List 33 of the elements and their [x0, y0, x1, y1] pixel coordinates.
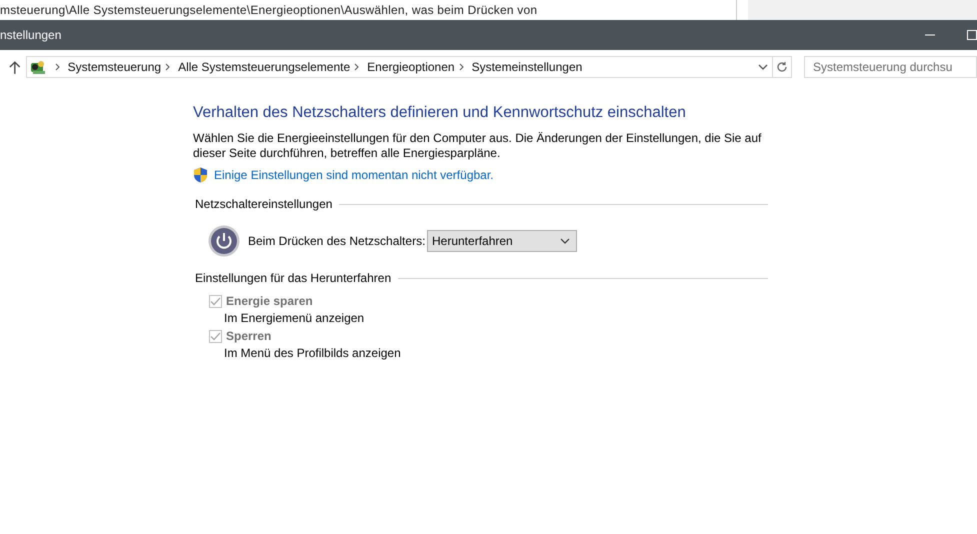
power-button-icon — [208, 225, 240, 257]
refresh-icon — [776, 61, 788, 73]
admin-settings-link[interactable]: Einige Einstellungen sind momentan nicht verfügbar. — [214, 168, 494, 182]
section-title: Einstellungen für das Herunterfahren — [195, 271, 392, 285]
power-button-label: Beim Drücken des Netzschalters: — [248, 234, 426, 248]
breadcrumb-item[interactable]: Energieoptionen — [367, 60, 455, 74]
option-description: Im Energiemenü anzeigen — [223, 311, 366, 325]
chevron-icon — [354, 63, 360, 71]
address-field[interactable]: Systemsteuerung Alle Systemsteuerungselemente Energieoptionen Systemeinstellungen — [26, 56, 773, 78]
chevron-icon — [54, 63, 60, 71]
option-label: Sperren — [226, 329, 272, 343]
option-label: Energie sparen — [226, 294, 313, 308]
control-panel-icon — [28, 59, 47, 75]
breadcrumb-item[interactable]: Systemsteuerung — [68, 60, 162, 74]
dropdown-caret-icon — [560, 238, 570, 244]
breadcrumb-item[interactable]: Systemeinstellungen — [472, 60, 582, 74]
power-action-dropdown[interactable]: Herunterfahren — [427, 230, 577, 252]
window-title: nstellungen — [0, 28, 62, 42]
page-heading: Verhalten des Netzschalters definieren und Kennwortschutz einschalten — [193, 104, 687, 122]
section-title: Netzschaltereinstellungen — [195, 197, 332, 211]
chevron-icon — [165, 63, 170, 71]
minimize-icon — [925, 34, 935, 36]
up-arrow-icon[interactable] — [9, 60, 21, 74]
maximize-icon — [967, 30, 977, 40]
path-text: msteuerung\Alle Systemsteuerungselemente\Energieoptionen\Auswählen, was beim Drücken von — [0, 3, 538, 18]
shield-icon — [193, 167, 208, 183]
search-field[interactable]: Systemsteuerung durchsu — [804, 56, 977, 78]
option-description: Im Menü des Profilbilds anzeigen — [223, 346, 402, 360]
refresh-button[interactable] — [772, 56, 792, 78]
dropdown-caret-icon[interactable] — [758, 64, 768, 70]
description-text: Wählen Sie die Energieeinstellungen für den Computer aus. Die Änderungen der Einstellungen, die Sie auf dieser Seite durchführen, betreffen alle Energiesparpläne. — [193, 131, 762, 161]
chevron-icon — [458, 63, 464, 71]
breadcrumb-item[interactable]: Alle Systemsteuerungselemente — [178, 60, 350, 74]
